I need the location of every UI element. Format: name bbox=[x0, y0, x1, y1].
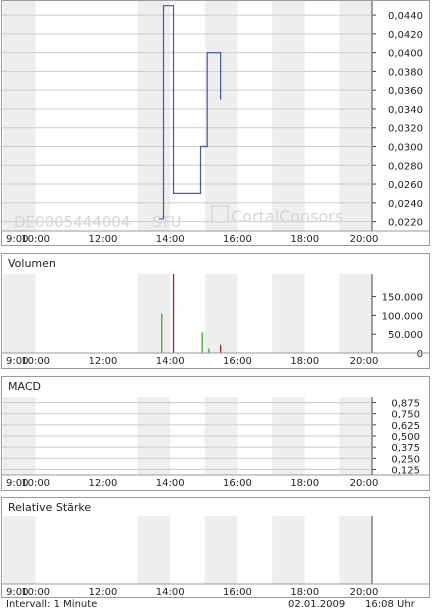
x-tick-label: 16:00 bbox=[223, 356, 252, 367]
x-tick-label: 20:00 bbox=[350, 478, 379, 489]
macd-chart: 0,8750,7500,6250,5000,3750,2500,1259:001… bbox=[2, 397, 429, 489]
y-tick-label: 0,625 bbox=[391, 421, 420, 432]
y-tick-label: 0,0340 bbox=[388, 105, 423, 116]
time-band bbox=[3, 516, 36, 584]
y-tick-label: 100.000 bbox=[382, 311, 423, 322]
y-tick-label: 0,0300 bbox=[388, 143, 423, 154]
y-tick-label: 0 bbox=[417, 349, 423, 360]
x-tick-label: 18:00 bbox=[290, 356, 319, 367]
x-tick-label: 10:00 bbox=[21, 478, 50, 489]
y-tick-label: 0,375 bbox=[391, 443, 420, 454]
x-tick-label: 12:00 bbox=[88, 356, 117, 367]
y-tick-label: 0,750 bbox=[391, 410, 420, 421]
x-tick-label: 16:00 bbox=[223, 234, 252, 245]
x-tick-label: 18:00 bbox=[290, 234, 319, 245]
time-band bbox=[204, 516, 238, 584]
x-tick-label: 14:00 bbox=[156, 234, 185, 245]
volume-chart: 050.000100.000150.0009:0010:00 12:00 14:00… bbox=[2, 274, 429, 367]
x-tick-label: 10:00 bbox=[21, 234, 50, 245]
x-tick-label: 18:00 bbox=[290, 478, 319, 489]
time-band bbox=[204, 274, 238, 353]
y-tick-label: 0,0400 bbox=[388, 49, 423, 60]
x-tick-label: 16:00 bbox=[223, 587, 252, 597]
time-band bbox=[137, 1, 171, 231]
time-label: 16:08 Uhr bbox=[365, 599, 415, 610]
y-tick-label: 0,500 bbox=[391, 432, 420, 443]
time-band bbox=[137, 274, 171, 353]
x-tick-label: 14:00 bbox=[156, 356, 185, 367]
time-band bbox=[3, 1, 36, 231]
chart-footer: Intervall: 1 Minute 02.01.2009 16:08 Uhr bbox=[0, 597, 432, 613]
y-tick-label: 0,0260 bbox=[388, 180, 423, 191]
macd-panel: MACD 0,875 0,750 0,625 0,500 0,375 0,250 0,125… bbox=[1, 376, 430, 491]
volume-panel-title: Volumen bbox=[8, 257, 56, 270]
x-tick-label: 16:00 bbox=[223, 478, 252, 489]
time-band bbox=[339, 1, 372, 231]
watermark-brand: CortalConsors bbox=[231, 207, 343, 226]
y-tick-label: 0,250 bbox=[391, 454, 420, 465]
time-band bbox=[3, 274, 36, 353]
time-band bbox=[204, 1, 238, 231]
y-tick-label: 50.000 bbox=[388, 330, 423, 341]
x-tick-label: 12:00 bbox=[88, 478, 117, 489]
watermark-isin: DE0005444004 bbox=[14, 213, 130, 231]
time-band bbox=[272, 1, 305, 231]
y-tick-label: 0,875 bbox=[391, 399, 420, 410]
y-tick-label: 0,0440 bbox=[388, 11, 423, 22]
rsi-panel: Relative Stärke 9:00 10:00 12:00 14:00 16:00… bbox=[1, 497, 430, 598]
price-panel: 0,0220 0,0240 0,0260 0,0280 0,0300 0,0320 0,03… bbox=[1, 0, 430, 246]
x-tick-label: 10:00 bbox=[21, 587, 50, 597]
x-tick-label: 14:00 bbox=[156, 587, 185, 597]
y-tick-label: 0,0220 bbox=[388, 218, 423, 229]
y-tick-label: 0,0380 bbox=[388, 67, 423, 78]
y-tick-label: 0,0420 bbox=[388, 30, 423, 41]
x-tick-label: 12:00 bbox=[88, 587, 117, 597]
x-tick-label: 20:00 bbox=[350, 234, 379, 245]
x-tick-label: 10:00 bbox=[21, 356, 50, 367]
macd-panel-title: MACD bbox=[8, 380, 41, 393]
interval-label: Intervall: 1 Minute bbox=[6, 599, 98, 610]
y-tick-label: 0,0240 bbox=[388, 199, 423, 210]
date-label: 02.01.2009 bbox=[288, 599, 346, 610]
x-tick-label: 18:00 bbox=[290, 587, 319, 597]
price-chart: 0,0220 0,0240 0,0260 0,0280 0,0300 0,0320 0,03… bbox=[2, 1, 429, 245]
y-tick-label: 150.000 bbox=[382, 293, 423, 304]
rsi-panel-title: Relative Stärke bbox=[8, 501, 92, 514]
time-band bbox=[339, 274, 372, 353]
x-tick-label: 20:00 bbox=[350, 587, 379, 597]
time-band bbox=[339, 516, 372, 584]
x-tick-label: 14:00 bbox=[156, 478, 185, 489]
time-band bbox=[272, 516, 305, 584]
x-tick-label: 20:00 bbox=[350, 356, 379, 367]
time-band bbox=[272, 274, 305, 353]
time-band bbox=[137, 516, 171, 584]
y-tick-label: 0,0320 bbox=[388, 124, 423, 135]
y-tick-label: 0,0360 bbox=[388, 86, 423, 97]
volume-panel: Volumen 0 50.000 100.000 150.000 9:00 10:00 12… bbox=[1, 253, 430, 369]
y-tick-label: 0,0280 bbox=[388, 161, 423, 172]
watermark-exchange: STU bbox=[152, 213, 182, 231]
x-tick-label: 12:00 bbox=[88, 234, 117, 245]
